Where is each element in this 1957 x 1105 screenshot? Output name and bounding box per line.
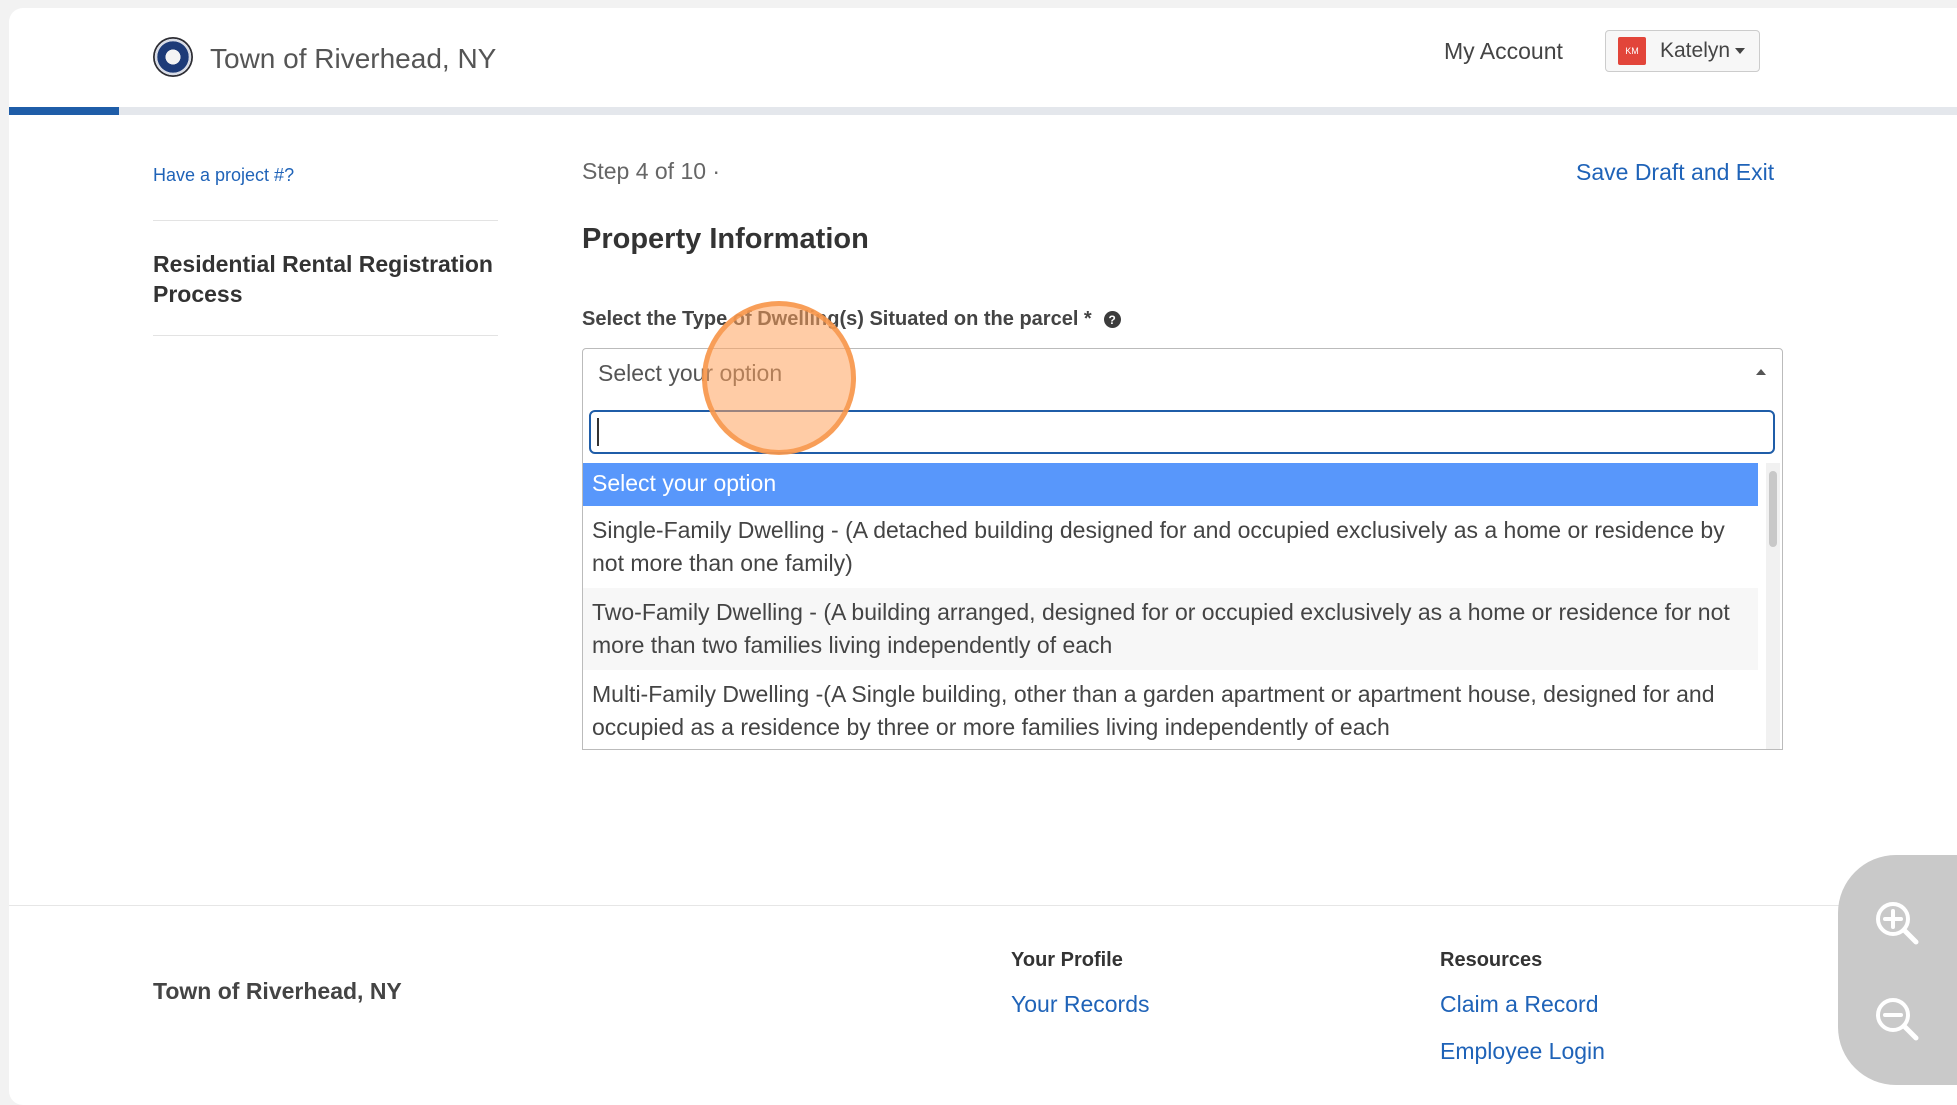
zoom-in-icon[interactable] [1871,897,1923,949]
zoom-controls [1838,855,1957,1085]
dropdown-panel: Select your option Single-Family Dwellin… [582,395,1783,750]
dropdown-search-input[interactable] [589,410,1775,454]
text-cursor [597,418,599,446]
select-value: Select your option [598,360,783,386]
option-list: Select your option Single-Family Dwellin… [583,463,1758,749]
help-circle-icon[interactable]: ? [1103,311,1121,328]
footer-heading-profile: Your Profile [1011,949,1123,971]
claim-record-link[interactable]: Claim a Record [1440,991,1599,1018]
caret-up-icon [1756,369,1766,375]
header: Town of Riverhead, NY My Account KM Kate… [9,8,1957,110]
zoom-out-icon[interactable] [1871,993,1923,1045]
avatar: KM [1618,37,1646,65]
progress-bar [9,107,1957,115]
dwelling-type-label: Select the Type of Dwelling(s) Situated … [582,308,1121,331]
scroll-thumb[interactable] [1769,471,1777,547]
page: Town of Riverhead, NY My Account KM Kate… [9,8,1957,1105]
process-title: Residential Rental Registration Process [153,251,493,307]
user-menu-button[interactable]: KM Katelyn [1605,30,1760,72]
footer-divider [9,905,1957,906]
save-draft-link[interactable]: Save Draft and Exit [1576,159,1774,186]
sidebar-divider [153,220,498,221]
seal-logo-icon[interactable] [153,37,193,77]
section-title: Property Information [582,223,869,255]
footer-heading-resources: Resources [1440,949,1543,971]
dropdown-scrollbar[interactable] [1766,463,1780,749]
sidebar-divider [153,335,498,336]
progress-fill [9,107,119,115]
my-account-link[interactable]: My Account [1444,38,1563,65]
option-two-family[interactable]: Two-Family Dwelling - (A building arrang… [583,588,1758,670]
field-label-text: Select the Type of Dwelling(s) Situated … [582,308,1092,330]
brand-title[interactable]: Town of Riverhead, NY [210,43,496,75]
employee-login-link[interactable]: Employee Login [1440,1038,1605,1065]
have-project-link[interactable]: Have a project #? [153,165,294,186]
option-single-family[interactable]: Single-Family Dwelling - (A detached bui… [583,506,1758,588]
footer-brand: Town of Riverhead, NY [153,978,402,1004]
step-indicator: Step 4 of 10 · [582,158,721,184]
dwelling-type-select[interactable]: Select your option [582,348,1783,396]
caret-down-icon [1735,48,1746,54]
option-select-your-option[interactable]: Select your option [583,463,1758,506]
option-multi-family[interactable]: Multi-Family Dwelling -(A Single buildin… [583,670,1758,749]
your-records-link[interactable]: Your Records [1011,991,1150,1018]
user-name: Katelyn [1660,39,1731,62]
